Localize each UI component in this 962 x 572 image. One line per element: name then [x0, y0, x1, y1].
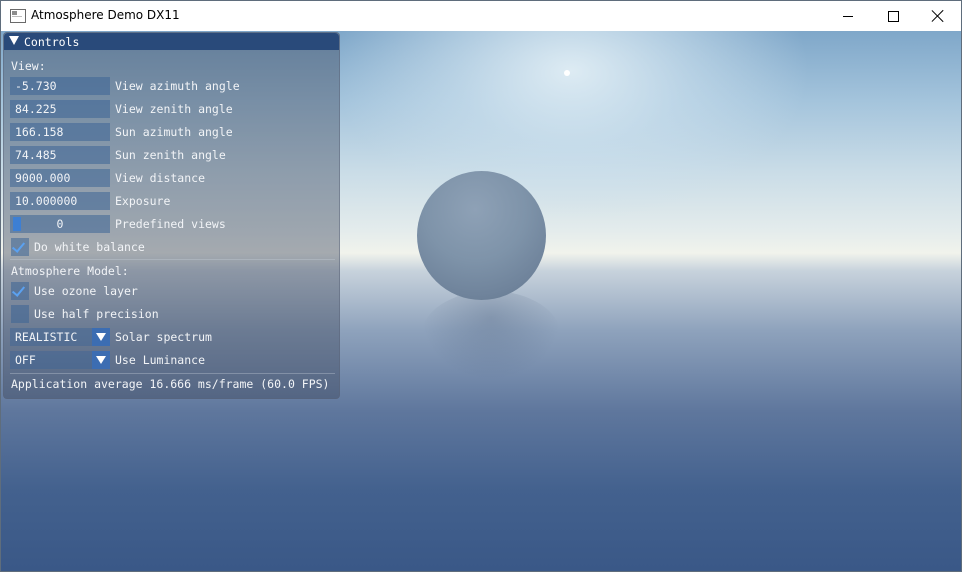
ozone-checkbox[interactable]	[11, 282, 29, 300]
half-precision-label: Use half precision	[34, 307, 159, 321]
sphere-shadow	[421, 291, 561, 381]
checkmark-icon	[11, 283, 26, 297]
sun-zenith-input[interactable]: 74.485	[10, 146, 110, 164]
combo-value: OFF	[15, 353, 36, 367]
sun-zenith-label: Sun zenith angle	[115, 148, 226, 162]
white-balance-label: Do white balance	[34, 240, 145, 254]
collapse-arrow-icon[interactable]	[9, 36, 19, 45]
view-heading: View:	[11, 59, 46, 73]
panel-title: Controls	[24, 35, 80, 49]
solar-spectrum-label: Solar spectrum	[115, 330, 212, 344]
view-zenith-input[interactable]: 84.225	[10, 100, 110, 118]
luminance-label: Use Luminance	[115, 353, 206, 367]
controls-panel: Controls View: -5.730 View azimuth angle…	[3, 32, 340, 399]
field-value: 84.225	[15, 102, 57, 116]
field-value: -5.730	[15, 79, 57, 93]
chevron-down-icon	[96, 333, 106, 341]
maximize-icon	[887, 10, 899, 22]
app-window: Atmosphere Demo DX11 Controls View: -5.7…	[0, 0, 962, 572]
solar-spectrum-combo[interactable]: REALISTIC	[10, 328, 110, 346]
combo-dropdown-button[interactable]	[92, 351, 110, 369]
sun	[564, 70, 570, 76]
checkmark-icon	[11, 239, 26, 253]
sun-glow	[331, 31, 811, 221]
window-title: Atmosphere Demo DX11	[31, 8, 180, 22]
half-precision-checkbox[interactable]	[11, 305, 29, 323]
exposure-label: Exposure	[115, 194, 171, 208]
exposure-input[interactable]: 10.000000	[10, 192, 110, 210]
sun-azimuth-input[interactable]: 166.158	[10, 123, 110, 141]
predefined-views-slider[interactable]: 0	[10, 215, 110, 233]
view-azimuth-input[interactable]: -5.730	[10, 77, 110, 95]
sphere	[417, 171, 546, 300]
view-distance-label: View distance	[115, 171, 206, 185]
field-value: 9000.000	[15, 171, 71, 185]
title-bar[interactable]: Atmosphere Demo DX11	[1, 1, 961, 31]
slider-value: 0	[56, 217, 64, 231]
field-value: 10.000000	[15, 194, 78, 208]
combo-dropdown-button[interactable]	[92, 328, 110, 346]
chevron-down-icon	[96, 356, 106, 364]
predefined-views-label: Predefined views	[115, 217, 226, 231]
field-value: 166.158	[15, 125, 64, 139]
atmosphere-heading: Atmosphere Model:	[11, 264, 129, 278]
ozone-label: Use ozone layer	[34, 284, 138, 298]
combo-value: REALISTIC	[15, 330, 78, 344]
view-distance-input[interactable]: 9000.000	[10, 169, 110, 187]
minimize-button[interactable]	[825, 1, 871, 31]
close-button[interactable]	[915, 1, 961, 31]
field-value: 74.485	[15, 148, 57, 162]
white-balance-checkbox[interactable]	[11, 238, 29, 256]
separator	[10, 373, 335, 374]
view-zenith-label: View zenith angle	[115, 102, 233, 116]
maximize-button[interactable]	[870, 1, 916, 31]
view-azimuth-label: View azimuth angle	[115, 79, 240, 93]
controls-header[interactable]: Controls	[4, 33, 339, 50]
luminance-combo[interactable]: OFF	[10, 351, 110, 369]
sun-azimuth-label: Sun azimuth angle	[115, 125, 233, 139]
minimize-icon	[843, 15, 853, 17]
app-icon	[10, 9, 26, 23]
separator	[10, 259, 335, 260]
fps-status: Application average 16.666 ms/frame (60.…	[11, 377, 330, 391]
close-icon	[932, 10, 944, 22]
